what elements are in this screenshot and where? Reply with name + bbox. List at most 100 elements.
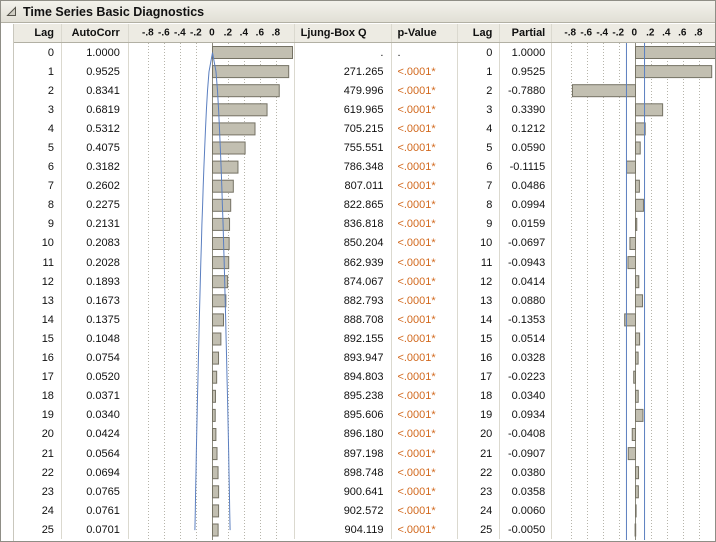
header-autocorr: AutoCorr: [62, 24, 129, 42]
table-row: 250.0701904.119<.0001*25-0.0050: [14, 520, 716, 539]
cell-partial: 0.9525: [500, 62, 552, 81]
cell-partial: 0.0590: [500, 138, 552, 157]
header-p-value: p-Value: [392, 24, 458, 42]
cell-autocorr: 0.2131: [62, 215, 129, 234]
cell-p-value: <.0001*: [392, 406, 458, 425]
autocorr-bar-cell: [129, 62, 295, 81]
cell-partial: 0.0159: [500, 215, 552, 234]
cell-lag-2: 24: [458, 501, 500, 520]
cell-ljung-box-q: 786.348: [295, 158, 393, 177]
cell-autocorr: 0.2083: [62, 234, 129, 253]
table-row: 100.2083850.204<.0001*10-0.0697: [14, 234, 716, 253]
cell-ljung-box-q: 862.939: [295, 253, 393, 272]
partial-bar-cell: [552, 368, 716, 387]
header-lag-2: Lag: [458, 24, 500, 42]
cell-autocorr: 0.0520: [62, 368, 129, 387]
header-lag: Lag: [14, 24, 62, 42]
cell-ljung-box-q: 900.641: [295, 482, 393, 501]
table-row: 120.1893874.067<.0001*120.0414: [14, 272, 716, 291]
outline-title-bar[interactable]: Time Series Basic Diagnostics: [1, 1, 715, 23]
partial-bar-cell: [552, 501, 716, 520]
cell-lag-2: 13: [458, 291, 500, 310]
report-window: Time Series Basic Diagnostics Lag AutoCo…: [0, 0, 716, 542]
cell-lag-2: 7: [458, 177, 500, 196]
cell-lag-2: 5: [458, 138, 500, 157]
cell-autocorr: 0.0701: [62, 520, 129, 539]
cell-lag-2: 4: [458, 119, 500, 138]
cell-autocorr: 0.6819: [62, 100, 129, 119]
disclosure-triangle-icon[interactable]: [6, 6, 17, 17]
cell-lag: 14: [14, 310, 62, 329]
cell-lag: 1: [14, 62, 62, 81]
axis-tick-label: -.8: [142, 28, 154, 39]
cell-p-value: <.0001*: [392, 253, 458, 272]
cell-lag: 3: [14, 100, 62, 119]
cell-p-value: <.0001*: [392, 463, 458, 482]
cell-p-value: <.0001*: [392, 234, 458, 253]
table-row: 160.0754893.947<.0001*160.0328: [14, 349, 716, 368]
cell-lag: 22: [14, 463, 62, 482]
axis-tick-label: -.2: [190, 28, 202, 39]
axis-tick-label: 0: [631, 28, 637, 39]
autocorr-bar-cell: [129, 425, 295, 444]
axis-tick-label: .6: [256, 28, 264, 39]
table-row: 210.0564897.198<.0001*21-0.0907: [14, 444, 716, 463]
cell-autocorr: 0.0765: [62, 482, 129, 501]
table-row: 200.0424896.180<.0001*20-0.0408: [14, 425, 716, 444]
cell-autocorr: 0.1673: [62, 291, 129, 310]
cell-lag-2: 22: [458, 463, 500, 482]
cell-lag-2: 3: [458, 100, 500, 119]
axis-tick-label: .6: [678, 28, 686, 39]
cell-p-value: <.0001*: [392, 368, 458, 387]
autocorr-bar-cell: [129, 43, 295, 62]
cell-autocorr: 0.2275: [62, 196, 129, 215]
table-row: 40.5312705.215<.0001*40.1212: [14, 119, 716, 138]
cell-p-value: <.0001*: [392, 329, 458, 348]
cell-lag: 12: [14, 272, 62, 291]
cell-autocorr: 0.0424: [62, 425, 129, 444]
cell-lag-2: 6: [458, 158, 500, 177]
autocorr-bar-cell: [129, 463, 295, 482]
axis-tick-label: -.8: [564, 28, 576, 39]
cell-ljung-box-q: 807.011: [295, 177, 393, 196]
autocorr-bar-cell: [129, 177, 295, 196]
cell-p-value: <.0001*: [392, 215, 458, 234]
cell-lag-2: 23: [458, 482, 500, 501]
autocorr-bar-cell: [129, 444, 295, 463]
autocorr-bar-cell: [129, 81, 295, 100]
partial-bar-cell: [552, 196, 716, 215]
partial-bar-cell: [552, 100, 716, 119]
partial-bar-cell: [552, 215, 716, 234]
cell-lag-2: 12: [458, 272, 500, 291]
autocorr-axis-header: -.8-.6-.4-.20.2.4.6.8: [129, 24, 295, 42]
cell-lag: 11: [14, 253, 62, 272]
axis-tick-label: .4: [240, 28, 248, 39]
cell-p-value: <.0001*: [392, 196, 458, 215]
cell-p-value: <.0001*: [392, 81, 458, 100]
table-row: 90.2131836.818<.0001*90.0159: [14, 215, 716, 234]
autocorr-bar-cell: [129, 253, 295, 272]
cell-partial: -0.1353: [500, 310, 552, 329]
table-row: 130.1673882.793<.0001*130.0880: [14, 291, 716, 310]
partial-bar-cell: [552, 138, 716, 157]
axis-tick-label: .8: [272, 28, 280, 39]
cell-lag: 25: [14, 520, 62, 539]
cell-lag: 7: [14, 177, 62, 196]
autocorr-bar-cell: [129, 329, 295, 348]
cell-lag: 20: [14, 425, 62, 444]
cell-p-value: <.0001*: [392, 272, 458, 291]
cell-lag-2: 2: [458, 81, 500, 100]
axis-tick-label: -.4: [596, 28, 608, 39]
partial-bar-cell: [552, 329, 716, 348]
cell-autocorr: 0.0754: [62, 349, 129, 368]
report-title: Time Series Basic Diagnostics: [23, 5, 204, 19]
cell-lag: 18: [14, 387, 62, 406]
cell-autocorr: 0.4075: [62, 138, 129, 157]
cell-p-value: <.0001*: [392, 62, 458, 81]
cell-lag: 5: [14, 138, 62, 157]
cell-partial: 0.0934: [500, 406, 552, 425]
cell-p-value: .: [392, 43, 458, 62]
cell-lag: 8: [14, 196, 62, 215]
cell-partial: 0.0328: [500, 349, 552, 368]
cell-ljung-box-q: 904.119: [295, 520, 393, 539]
